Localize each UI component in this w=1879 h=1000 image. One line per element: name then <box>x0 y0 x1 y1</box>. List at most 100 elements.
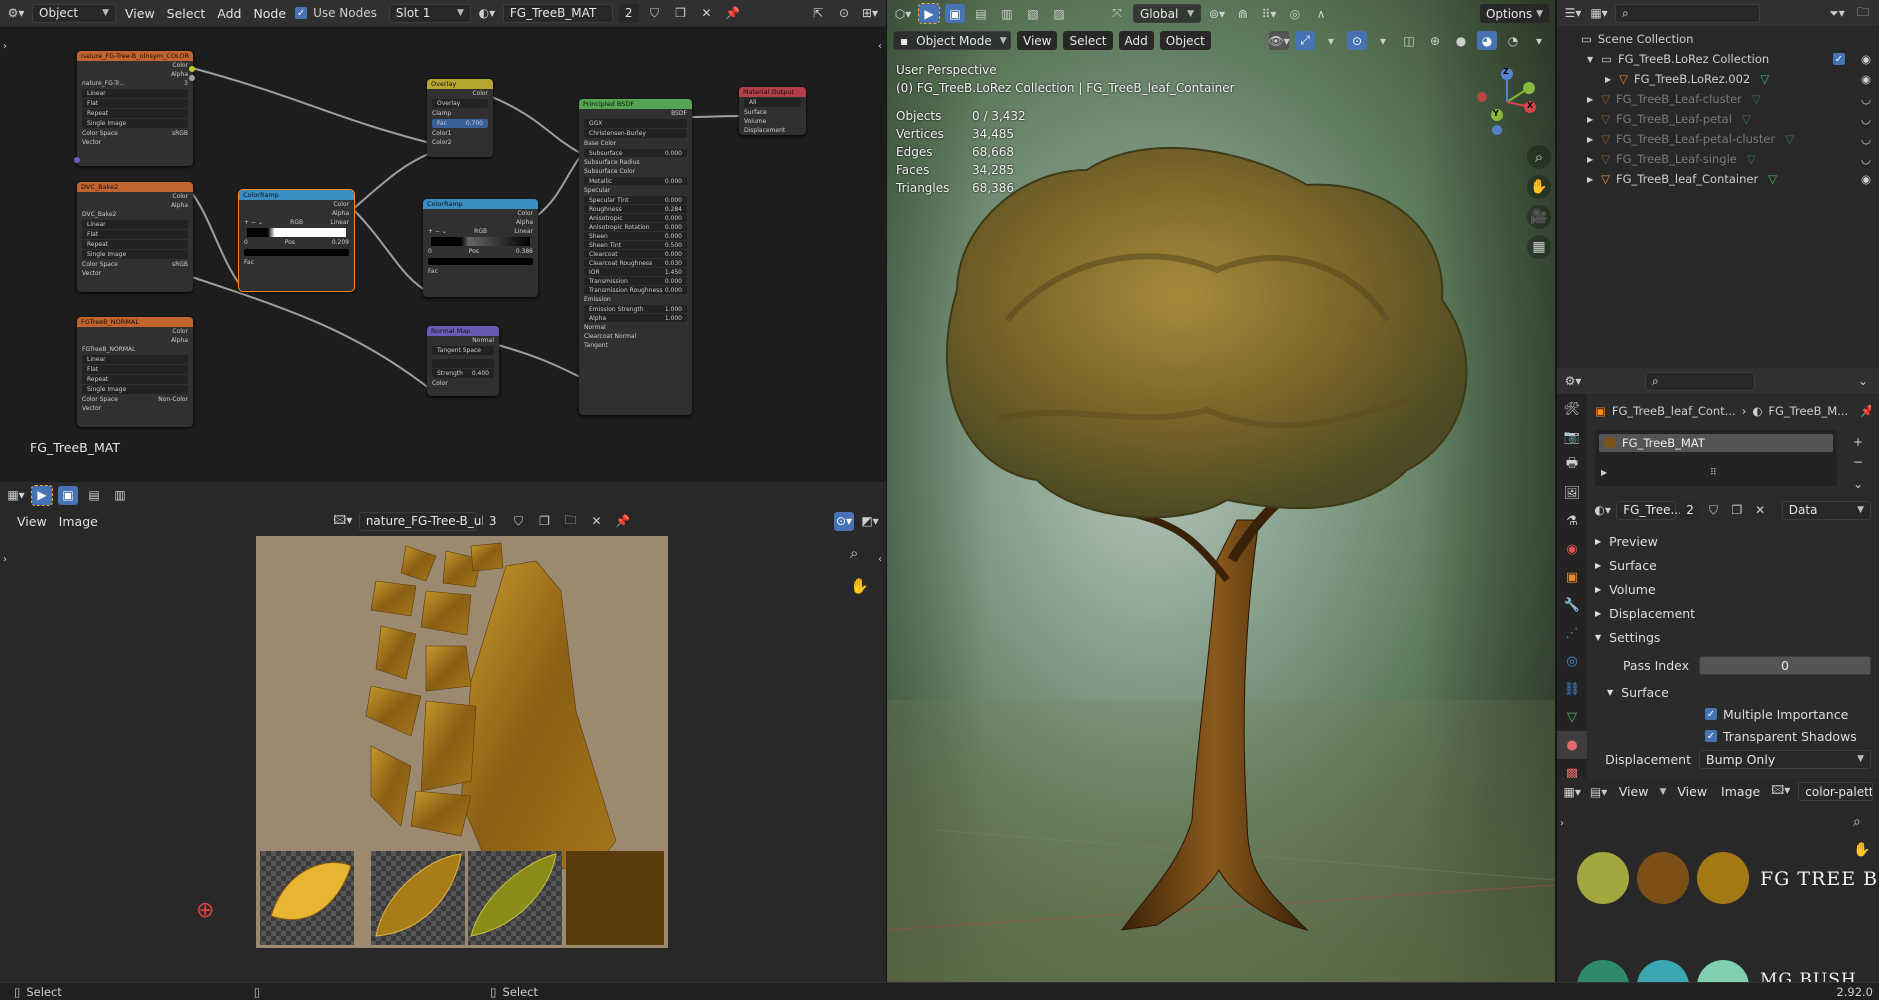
material-browse-icon[interactable]: ◐▾ <box>1593 501 1612 520</box>
interaction-mode-dropdown[interactable]: ▪ Object Mode ▼ <box>893 31 1011 50</box>
bsdf-input-row[interactable]: Metallic 0.000 <box>584 177 687 185</box>
outliner-item[interactable]: ▶ ▽ FG_TreeB_Leaf-petal ▽ ◡ <box>1557 109 1879 129</box>
select-tool-icon[interactable]: ▶ <box>918 3 940 24</box>
menu-object[interactable]: Object <box>1159 31 1211 50</box>
mesh-data-icon[interactable]: ▽ <box>1752 92 1761 106</box>
ramp-controls[interactable]: + − ⌄ RGB Linear <box>423 227 538 236</box>
ramp-color-swatch[interactable] <box>428 258 533 265</box>
2d-cursor-icon[interactable]: ⊕ <box>196 898 214 923</box>
slot-dropdown[interactable]: Slot 1 ▼ <box>388 3 471 23</box>
select-mode-new-icon[interactable]: ▣ <box>58 485 78 505</box>
collapsed-triangle-icon[interactable]: ▶ <box>1587 175 1593 184</box>
proportional-edit-icon[interactable]: ◎ <box>1285 4 1305 23</box>
material-sphere-icon[interactable]: ◐▾ <box>477 4 497 23</box>
outliner-item[interactable]: ▶ ▽ FG_TreeB_Leaf-petal-cluster ▽ ◡ <box>1557 129 1879 149</box>
material-users-count[interactable]: 2 <box>618 3 639 23</box>
menu-view[interactable]: View <box>14 514 50 529</box>
target-dropdown[interactable]: All <box>744 98 801 107</box>
source-dropdown[interactable]: Single Image <box>82 250 188 259</box>
menu-image[interactable]: Image <box>56 514 101 529</box>
collapsed-triangle-icon[interactable]: ▶ <box>1587 135 1593 144</box>
close-icon[interactable]: ✕ <box>697 4 717 23</box>
extension-dropdown[interactable]: Repeat <box>82 109 188 118</box>
ramp-stop-row[interactable]: 0 Pos 0.209 <box>239 238 354 247</box>
material-slot-item[interactable]: FG_TreeB_MAT <box>1599 434 1833 452</box>
eye-closed-icon[interactable]: ◡ <box>1861 132 1871 146</box>
shading-material-icon[interactable]: ◕ <box>1477 31 1497 50</box>
menu-add[interactable]: Add <box>1118 31 1154 50</box>
transparent-shadows-checkbox[interactable]: ✓ Transparent Shadows <box>1595 725 1871 747</box>
bsdf-input-row[interactable]: Subsurface 0.000 <box>584 149 687 157</box>
use-nodes-toggle[interactable]: ✓ Use Nodes <box>295 6 377 20</box>
color-space-row[interactable]: Color Space sRGB <box>77 260 193 269</box>
bsdf-input-row[interactable]: Anisotropic 0.000 <box>584 214 687 222</box>
view-mode-label[interactable]: View <box>1616 784 1652 799</box>
ramp-interp[interactable]: Linear <box>330 219 349 226</box>
properties-search-input[interactable]: ⌕ <box>1645 371 1755 391</box>
select-mode-extend-icon[interactable]: ▤ <box>971 4 991 23</box>
material-users[interactable]: 2 <box>1680 500 1700 520</box>
overlay-toggle-icon[interactable]: ⊙ <box>834 4 854 23</box>
image-texture-node-normal[interactable]: FGTreeB_NORMAL Color Alpha FGTreeB_NORMA… <box>77 317 193 427</box>
socket-alpha[interactable] <box>189 75 195 81</box>
duplicate-icon[interactable]: ❐ <box>1727 501 1746 520</box>
fake-user-shield-icon[interactable]: ⛉ <box>508 512 528 531</box>
menu-image[interactable]: Image <box>1718 784 1763 799</box>
panel-volume[interactable]: ▶ Volume <box>1595 578 1871 600</box>
filter-icon[interactable]: ⏷▾ <box>1827 4 1847 23</box>
multiple-importance-checkbox[interactable]: ✓ Multiple Importance <box>1595 703 1871 725</box>
transform-orientation-icon[interactable]: ⤧ <box>1107 4 1127 23</box>
bsdf-input-row[interactable]: Clearcoat Normal <box>579 332 692 341</box>
remove-slot-icon[interactable]: − <box>1848 452 1868 471</box>
menu-select[interactable]: Select <box>1063 31 1113 50</box>
image-file-field[interactable]: FGTreeB_NORMAL <box>77 345 193 354</box>
socket-color[interactable] <box>189 66 195 72</box>
material-slot-list[interactable]: FG_TreeB_MAT ▶ ⠿ <box>1595 430 1837 486</box>
toolbar-toggle-icon[interactable]: › <box>3 41 7 52</box>
mesh-data-icon[interactable]: ▽ <box>1747 152 1756 166</box>
select-tool-icon[interactable]: ▶ <box>31 484 53 506</box>
navigation-gizmo[interactable]: Z X Y <box>1465 62 1549 142</box>
tab-constraints[interactable]: ⛓ <box>1557 675 1587 703</box>
display-mode-icon[interactable]: ▦▾ <box>1589 4 1609 23</box>
subsurface-method-dropdown[interactable]: Christensen-Burley <box>584 129 687 138</box>
pin-icon[interactable]: 📌 <box>612 512 632 531</box>
collapsed-triangle-icon[interactable]: ▶ <box>1587 155 1593 164</box>
image-file-field[interactable]: DVC_Bake2 <box>77 210 193 219</box>
projection-dropdown[interactable]: Flat <box>82 99 188 108</box>
image-users-count[interactable]: 3 <box>482 511 503 531</box>
ramp-color-swatch[interactable] <box>244 249 349 256</box>
eye-open-icon[interactable]: ◉ <box>1861 52 1871 66</box>
mix-overlay-node[interactable]: Overlay Color Overlay Clamp Fac 0.700 Col… <box>427 79 493 157</box>
expand-triangle-icon[interactable]: ▶ <box>1601 468 1607 477</box>
source-dropdown[interactable]: Single Image <box>82 119 188 128</box>
source-dropdown[interactable]: Single Image <box>82 385 188 394</box>
panel-surface[interactable]: ▶ Surface <box>1595 554 1871 576</box>
shading-dropdown-icon[interactable]: ▾ <box>1529 31 1549 50</box>
ramp-controls[interactable]: + − ⌄ RGB Linear <box>239 218 354 227</box>
tab-world[interactable]: ◉ <box>1557 535 1587 563</box>
select-mode-subtract-icon[interactable]: ▥ <box>997 4 1017 23</box>
mesh-data-icon[interactable]: ▽ <box>1768 172 1777 186</box>
material-name-field[interactable]: FG_TreeB_MAT <box>502 3 613 23</box>
gizmo-toggle-icon[interactable]: ⤢ <box>1295 31 1315 50</box>
color-space-row[interactable]: Color Space sRGB <box>77 129 193 138</box>
tab-physics[interactable]: ◎ <box>1557 647 1587 675</box>
ramp-gradient[interactable] <box>247 228 346 237</box>
properties-editor[interactable]: ⚙▾ ⌕ ⌄ 🛠 📷 🖶 🖼 ⚗ ◉ ▣ 🔧 ⋰ ◎ ⛓ ▽ ● ▩ ▣ FG_… <box>1557 368 1879 781</box>
duplicate-icon[interactable]: ❐ <box>534 512 554 531</box>
shading-rendered-icon[interactable]: ◔ <box>1503 31 1523 50</box>
menu-view[interactable]: View <box>1017 31 1058 50</box>
overlay-toggle-icon[interactable]: ⊙▾ <box>834 511 854 531</box>
tab-modifiers[interactable]: 🔧 <box>1557 591 1587 619</box>
tab-scene[interactable]: ⚗ <box>1557 507 1587 535</box>
view-mode-icon[interactable]: ▤▾ <box>1589 782 1607 801</box>
editor-type-icon[interactable]: ⚙▾ <box>1563 372 1583 391</box>
link-dropdown[interactable]: Data ▼ <box>1781 500 1871 520</box>
slot-menu-chevron-icon[interactable]: ⌄ <box>1848 474 1868 493</box>
new-collection-icon[interactable]: 🗀 <box>1853 4 1873 23</box>
add-slot-icon[interactable]: + <box>1848 432 1868 451</box>
principled-bsdf-node[interactable]: Principled BSDF BSDF GGX Christensen-Bur… <box>579 99 692 415</box>
interpolation-dropdown[interactable]: Linear <box>82 220 188 229</box>
bsdf-input-row[interactable]: Tangent <box>579 341 692 350</box>
